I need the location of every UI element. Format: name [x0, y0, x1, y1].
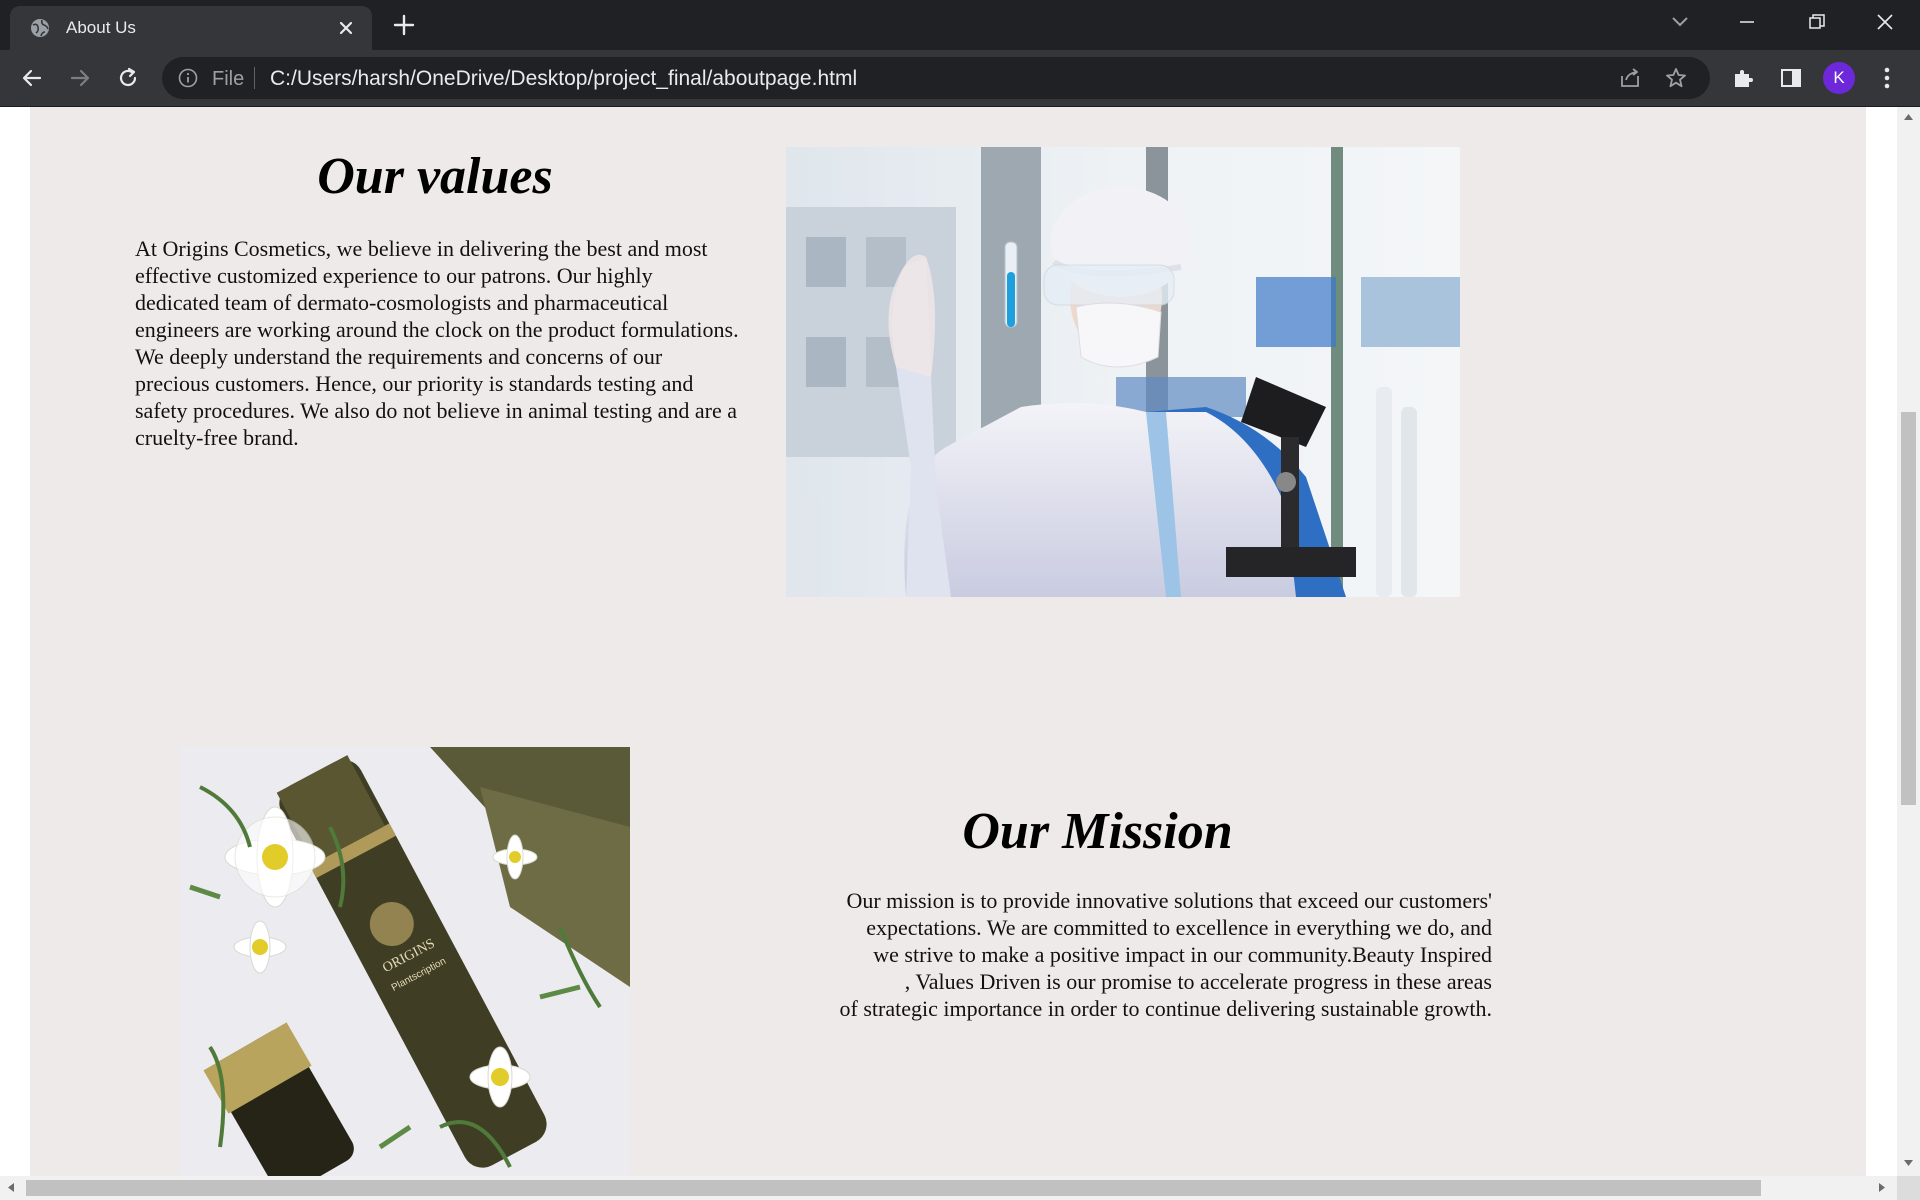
profile-avatar[interactable]: K: [1823, 62, 1855, 94]
close-icon: [1877, 14, 1893, 30]
scroll-down-arrow-icon[interactable]: [1903, 1159, 1914, 1167]
restore-button[interactable]: [1782, 0, 1852, 44]
url-text[interactable]: C:/Users/harsh/OneDrive/Desktop/project_…: [270, 67, 857, 91]
scheme-label: File: [212, 68, 245, 90]
mission-line: Our mission is to provide innovative sol…: [846, 888, 1492, 913]
horizontal-scroll-thumb[interactable]: [26, 1180, 1761, 1196]
back-button[interactable]: [16, 62, 48, 94]
side-panel-icon: [1781, 69, 1801, 87]
mission-line: we strive to make a positive impact in o…: [873, 942, 1492, 967]
scroll-left-arrow-icon[interactable]: [7, 1182, 15, 1193]
about-page: Our values At Origins Cosmetics, we beli…: [30, 107, 1866, 1176]
address-bar[interactable]: File C:/Users/harsh/OneDrive/Desktop/pro…: [162, 57, 1710, 99]
minimize-icon: [1740, 21, 1754, 23]
browser-toolbar: File C:/Users/harsh/OneDrive/Desktop/pro…: [0, 50, 1920, 107]
mission-line: , Values Driven is our promise to accele…: [904, 969, 1492, 994]
extensions-button[interactable]: [1727, 62, 1759, 94]
side-panel-button[interactable]: [1775, 62, 1807, 94]
reload-button[interactable]: [112, 62, 144, 94]
scroll-up-arrow-icon[interactable]: [1903, 113, 1914, 121]
vertical-scrollbar[interactable]: [1897, 107, 1920, 1176]
vertical-scroll-thumb[interactable]: [1901, 412, 1916, 805]
reload-icon: [119, 67, 137, 87]
tab-search-button[interactable]: [1645, 0, 1715, 44]
new-tab-icon[interactable]: [392, 13, 416, 37]
scientist-image: [786, 147, 1460, 597]
forward-arrow-icon: [70, 69, 90, 87]
products-image: ORIGINS Plantscription: [180, 747, 630, 1176]
close-window-button[interactable]: [1850, 0, 1920, 44]
forward-button[interactable]: [64, 62, 96, 94]
mission-paragraph: Our mission is to provide innovative sol…: [750, 887, 1492, 1022]
bookmark-star-icon[interactable]: [1664, 66, 1688, 90]
puzzle-icon: [1735, 70, 1753, 87]
values-heading: Our values: [317, 148, 553, 205]
tab-about-us[interactable]: About Us: [10, 6, 372, 50]
back-arrow-icon: [22, 69, 42, 87]
close-tab-icon[interactable]: [335, 17, 357, 39]
globe-icon: [31, 19, 49, 37]
tab-strip: About Us: [0, 0, 1920, 50]
values-paragraph: At Origins Cosmetics, we believe in deli…: [135, 236, 739, 450]
mission-line: of strategic importance in order to cont…: [839, 996, 1492, 1021]
tab-title: About Us: [66, 18, 136, 37]
minimize-button[interactable]: [1712, 0, 1782, 44]
more-vert-icon: [1884, 67, 1890, 89]
scrollbar-corner: [1897, 1176, 1920, 1200]
horizontal-scrollbar[interactable]: [0, 1176, 1897, 1200]
page-viewport: Our values At Origins Cosmetics, we beli…: [0, 107, 1920, 1200]
mission-heading: Our Mission: [962, 803, 1233, 860]
mission-line: expectations. We are committed to excell…: [866, 915, 1492, 940]
share-icon[interactable]: [1618, 66, 1642, 90]
chevron-down-icon: [1672, 17, 1688, 27]
scroll-right-arrow-icon[interactable]: [1878, 1182, 1886, 1193]
restore-icon: [1809, 14, 1825, 29]
menu-button[interactable]: [1871, 62, 1903, 94]
info-icon[interactable]: [178, 68, 198, 88]
omnibox-divider: [254, 67, 255, 89]
